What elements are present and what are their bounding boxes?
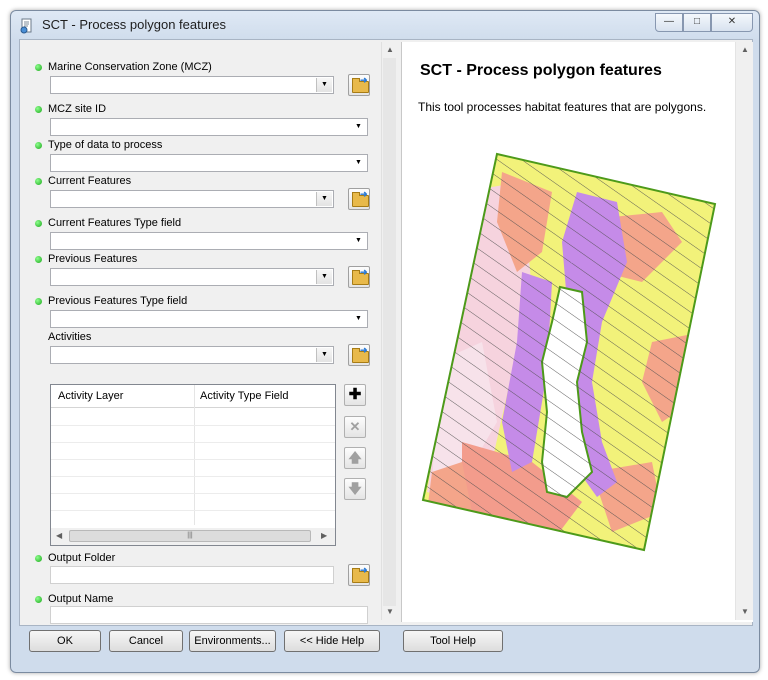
field-label-current-type-field: Current Features Type field: [35, 217, 181, 229]
window-title: SCT - Process polygon features: [42, 17, 227, 32]
activities-combo[interactable]: ▼: [50, 346, 334, 364]
required-dot-icon: [35, 64, 42, 71]
open-folder-icon: ➜: [352, 189, 369, 207]
help-panel: SCT - Process polygon features This tool…: [401, 42, 753, 622]
map-polygons: [423, 154, 715, 550]
output-folder-input[interactable]: [50, 566, 334, 584]
required-dot-icon: [35, 298, 42, 305]
field-label-previous-features: Previous Features: [35, 253, 137, 265]
activities-table[interactable]: Activity Layer Activity Type Field ◀ |||…: [50, 384, 336, 546]
close-icon[interactable]: ✕: [711, 13, 753, 32]
minimize-icon[interactable]: —: [655, 13, 683, 32]
chevron-down-icon[interactable]: ▼: [351, 234, 366, 248]
field-label-previous-type-field: Previous Features Type field: [35, 295, 187, 307]
remove-icon[interactable]: ✕: [344, 416, 366, 438]
dialog-client-area: Marine Conservation Zone (MCZ) ▼ ➜ MCZ s…: [19, 39, 753, 626]
title-bar[interactable]: SCT - Process polygon features — □ ✕: [11, 11, 759, 39]
scroll-up-icon[interactable]: ▲: [386, 45, 394, 54]
output-folder-browse-button[interactable]: ➜: [348, 564, 370, 586]
open-folder-icon: ➜: [352, 75, 369, 93]
scroll-down-icon[interactable]: ▼: [386, 607, 394, 616]
table-row: [51, 476, 335, 477]
habitat-map-image: [421, 152, 717, 552]
scroll-down-icon[interactable]: ▼: [741, 607, 749, 616]
open-folder-icon: ➜: [352, 565, 369, 583]
output-name-input[interactable]: [50, 606, 368, 624]
scroll-left-icon[interactable]: ◀: [56, 531, 62, 540]
previous-type-field-combo[interactable]: ▼: [50, 310, 368, 328]
scrollbar-thumb[interactable]: [383, 58, 396, 606]
tool-dialog-window: SCT - Process polygon features — □ ✕ Mar…: [10, 10, 760, 673]
chevron-down-icon[interactable]: ▼: [351, 312, 366, 326]
dialog-button-bar: OK Cancel Environments... << Hide Help T…: [19, 625, 751, 665]
table-row: [51, 442, 335, 443]
table-header: Activity Layer Activity Type Field: [51, 385, 335, 408]
maximize-icon[interactable]: □: [683, 13, 711, 32]
data-type-combo[interactable]: ▼: [50, 154, 368, 172]
column-divider: [194, 385, 195, 525]
current-features-browse-button[interactable]: ➜: [348, 188, 370, 210]
table-row: [51, 510, 335, 511]
chevron-down-icon[interactable]: ▼: [351, 156, 366, 170]
mcz-combo[interactable]: ▼: [50, 76, 334, 94]
required-dot-icon: [35, 596, 42, 603]
environments-button[interactable]: Environments...: [189, 630, 276, 652]
move-down-icon[interactable]: 🡇: [344, 478, 366, 500]
script-tool-icon: [20, 18, 32, 34]
cancel-button[interactable]: Cancel: [109, 630, 183, 652]
chevron-down-icon[interactable]: ▼: [316, 78, 332, 92]
table-row: [51, 459, 335, 460]
field-label-output-name: Output Name: [35, 593, 113, 605]
move-up-icon[interactable]: 🡅: [344, 447, 366, 469]
column-header-activity-type-field[interactable]: Activity Type Field: [200, 390, 288, 402]
help-vertical-scrollbar[interactable]: ▲ ▼: [735, 42, 753, 620]
table-row: [51, 425, 335, 426]
chevron-down-icon[interactable]: ▼: [351, 120, 366, 134]
open-folder-icon: ➜: [352, 267, 369, 285]
column-header-activity-layer[interactable]: Activity Layer: [58, 390, 123, 402]
ok-button[interactable]: OK: [29, 630, 101, 652]
scrollbar-thumb[interactable]: |||: [69, 530, 311, 542]
previous-features-combo[interactable]: ▼: [50, 268, 334, 286]
field-label-mcz: Marine Conservation Zone (MCZ): [35, 61, 212, 73]
hide-help-button[interactable]: << Hide Help: [284, 630, 380, 652]
form-vertical-scrollbar[interactable]: ▲ ▼: [381, 42, 398, 620]
required-dot-icon: [35, 106, 42, 113]
current-features-combo[interactable]: ▼: [50, 190, 334, 208]
table-row: [51, 493, 335, 494]
field-label-site-id: MCZ site ID: [35, 103, 106, 115]
mcz-browse-button[interactable]: ➜: [348, 74, 370, 96]
scroll-right-icon[interactable]: ▶: [321, 531, 327, 540]
parameter-form: Marine Conservation Zone (MCZ) ▼ ➜ MCZ s…: [30, 42, 388, 624]
scroll-up-icon[interactable]: ▲: [741, 45, 749, 54]
required-dot-icon: [35, 142, 42, 149]
add-icon[interactable]: ✚: [344, 384, 366, 406]
open-folder-icon: ➜: [352, 345, 369, 363]
chevron-down-icon[interactable]: ▼: [316, 270, 332, 284]
field-label-output-folder: Output Folder: [35, 552, 115, 564]
chevron-down-icon[interactable]: ▼: [316, 348, 332, 362]
field-label-data-type: Type of data to process: [35, 139, 162, 151]
tool-help-button[interactable]: Tool Help: [403, 630, 503, 652]
current-type-field-combo[interactable]: ▼: [50, 232, 368, 250]
required-dot-icon: [35, 256, 42, 263]
site-id-combo[interactable]: ▼: [50, 118, 368, 136]
required-dot-icon: [35, 555, 42, 562]
previous-features-browse-button[interactable]: ➜: [348, 266, 370, 288]
chevron-down-icon[interactable]: ▼: [316, 192, 332, 206]
required-dot-icon: [35, 220, 42, 227]
table-horizontal-scrollbar[interactable]: ◀ ||| ▶: [51, 528, 335, 545]
activities-browse-button[interactable]: ➜: [348, 344, 370, 366]
required-dot-icon: [35, 178, 42, 185]
field-label-activities: Activities: [48, 331, 92, 343]
field-label-current-features: Current Features: [35, 175, 131, 187]
